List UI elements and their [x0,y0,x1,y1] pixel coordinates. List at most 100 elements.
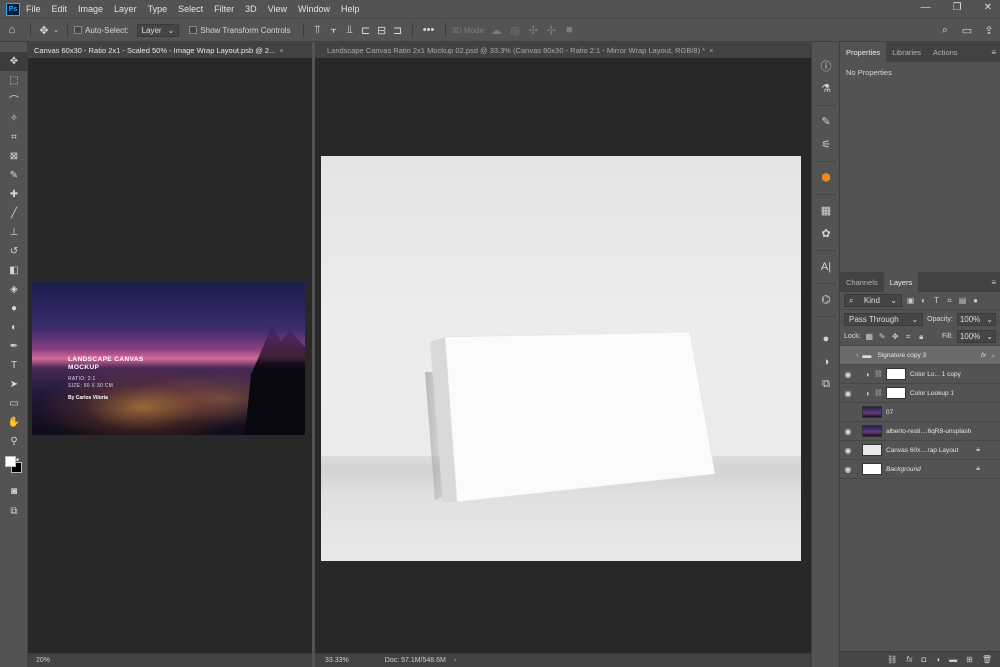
history-brush-icon[interactable]: ↺ [0,242,28,261]
menu-type[interactable]: Type [148,4,168,14]
adjustments-icon[interactable]: ⚗ [812,77,840,100]
lock-all-icon[interactable]: 🔒︎ [917,332,926,341]
tab-layers[interactable]: Layers [883,272,919,292]
chevron-right-icon[interactable]: › [454,657,456,664]
tab-libraries[interactable]: Libraries [886,42,927,62]
brush-tool-icon[interactable]: ╱ [0,204,28,223]
chevron-down-icon[interactable]: ⌄ [990,351,996,359]
panel-menu-icon[interactable]: ≡ [991,48,996,57]
layer-row[interactable]: 07 [840,403,1000,422]
styles-icon[interactable]: ● [812,327,840,350]
layer-row[interactable]: ◉ alberto-resti....6qR8-unsplash [840,422,1000,441]
link-layers-icon[interactable]: ⛓ [887,655,897,664]
layer-row[interactable]: ◉ Canvas 60x....rap Layout 🔒︎ [840,441,1000,460]
opacity-input[interactable]: 100% ⌄ [956,312,996,326]
move-tool-icon[interactable]: ✥ [37,24,51,37]
menu-layer[interactable]: Layer [114,4,137,14]
chevron-down-icon[interactable]: ⌄ [51,26,61,34]
info-icon[interactable]: ⓘ [812,54,840,77]
filter-adjustment-icon[interactable]: ◐ [919,296,928,305]
lock-position-icon[interactable]: ✥ [891,332,900,341]
new-layer-icon[interactable]: ⊞ [966,655,973,664]
panel-menu-icon[interactable]: ≡ [991,278,996,287]
layer-row[interactable]: ◉ Background 🔒︎ [840,460,1000,479]
zoom-level[interactable]: 20% [36,657,50,664]
rectangle-tool-icon[interactable]: ▭ [0,394,28,413]
more-options-icon[interactable]: ••• [419,24,439,36]
align-right-icon[interactable]: ⊐ [390,24,406,37]
zoom-tool-icon[interactable]: ⚲ [0,432,28,451]
pen-tool-icon[interactable]: ✒ [0,337,28,356]
add-mask-icon[interactable]: ◘ [921,655,926,664]
eyedropper-icon[interactable]: ✎ [0,166,28,185]
document-tab-1[interactable]: Canvas 60x30 - Ratio 2x1 - Scaled 50% - … [28,42,290,58]
new-group-icon[interactable]: ▬ [949,655,957,664]
delete-layer-icon[interactable]: 🗑︎ [982,655,992,664]
tab-channels[interactable]: Channels [840,272,884,292]
align-middle-icon[interactable]: ⫟ [326,24,342,37]
new-adjustment-icon[interactable]: ◑ [935,655,940,664]
quick-mask-icon[interactable]: ◙ [0,482,28,501]
close-icon[interactable]: ✕ [984,2,992,13]
paint-bucket-icon[interactable]: ◈ [0,280,28,299]
filter-shape-icon[interactable]: ⌗ [945,296,954,305]
marquee-tool-icon[interactable]: ⬚ [0,71,28,90]
frame-tool-icon[interactable]: ⊠ [0,147,28,166]
filter-pixel-icon[interactable]: ▣ [906,296,915,305]
layer-row[interactable]: ◉ ◑ ⛓ Color Lo... 1 copy [840,365,1000,384]
chevron-right-icon[interactable]: › [856,352,858,359]
swatches-grid-icon[interactable]: ▦ [812,199,840,222]
share-icon[interactable]: ⇪ [978,24,1000,37]
blur-tool-icon[interactable]: ● [0,299,28,318]
canvas-image-wrap-layout[interactable]: LANDSCAPE CANVAS MOCKUP RATIO: 2:1 SIZE:… [32,282,305,435]
3d-cube-icon[interactable]: ⬢ [812,166,840,189]
align-top-icon[interactable]: ⫪ [310,24,326,37]
filter-type-icon[interactable]: T [932,296,941,305]
zoom-level[interactable]: 33.33% [325,657,349,664]
lock-artboard-icon[interactable]: ⌗ [904,332,913,341]
minimize-icon[interactable]: — [921,2,931,13]
lock-transparent-icon[interactable]: ▦ [865,332,874,341]
filter-smart-object-icon[interactable]: ▤ [958,296,967,305]
filter-toggle-icon[interactable]: ● [971,296,980,305]
eye-icon[interactable]: ◉ [840,465,856,474]
menu-view[interactable]: View [268,4,287,14]
3d-camera-icon[interactable]: ■ [560,24,578,36]
menu-select[interactable]: Select [178,4,203,14]
align-bottom-icon[interactable]: ⫫ [342,24,358,37]
eye-icon[interactable]: ◉ [840,370,856,379]
clone-stamp-icon[interactable]: ⊥ [0,223,28,242]
workspace-icon[interactable]: ▭ [956,24,978,37]
menu-file[interactable]: File [26,4,41,14]
close-tab-icon[interactable]: × [279,46,283,55]
align-center-icon[interactable]: ⊟ [374,24,390,37]
align-left-icon[interactable]: ⊏ [358,24,374,37]
hand-tool-icon[interactable]: ✋ [0,413,28,432]
canvas-mockup-scene[interactable] [321,156,801,561]
eraser-icon[interactable]: ◧ [0,261,28,280]
character-icon[interactable]: A| [812,255,840,278]
3d-pan-icon[interactable]: ✣ [524,24,542,37]
layer-comps-icon[interactable]: ⧉ [812,373,840,396]
foreground-color-swatch[interactable] [5,456,16,467]
eye-icon[interactable]: ◉ [840,427,856,436]
add-style-icon[interactable]: fx [906,655,912,664]
3d-slide-icon[interactable]: ✢ [542,24,560,37]
magic-wand-icon[interactable]: ✧ [0,109,28,128]
brush-presets-icon[interactable]: ✎ [812,110,840,133]
paths-icon[interactable]: ⌬ [812,288,840,311]
document-tab-2[interactable]: Landscape Canvas Ratio 2x1 Mockup 02.psd… [315,42,719,58]
3d-roll-icon[interactable]: ◎ [506,24,524,37]
eye-icon[interactable]: ◉ [840,446,856,455]
lock-pixels-icon[interactable]: ✎ [878,332,887,341]
screen-mode-icon[interactable]: ⧉ [0,502,28,521]
filter-kind-dropdown[interactable]: ⌕ Kind ⌄ [844,294,902,307]
fill-input[interactable]: 100% ⌄ [956,330,996,343]
home-icon[interactable]: ⌂ [0,24,24,36]
blend-mode-dropdown[interactable]: Pass Through ⌄ [844,312,924,326]
layer-row[interactable]: › ▬ Signature copy 3 fx ⌄ [840,346,1000,365]
3d-orbit-icon[interactable]: ☁ [486,24,506,37]
adjustments-circle-icon[interactable]: ◑ [812,350,840,373]
fx-icon[interactable]: fx [981,352,986,359]
tab-actions[interactable]: Actions [927,42,964,62]
